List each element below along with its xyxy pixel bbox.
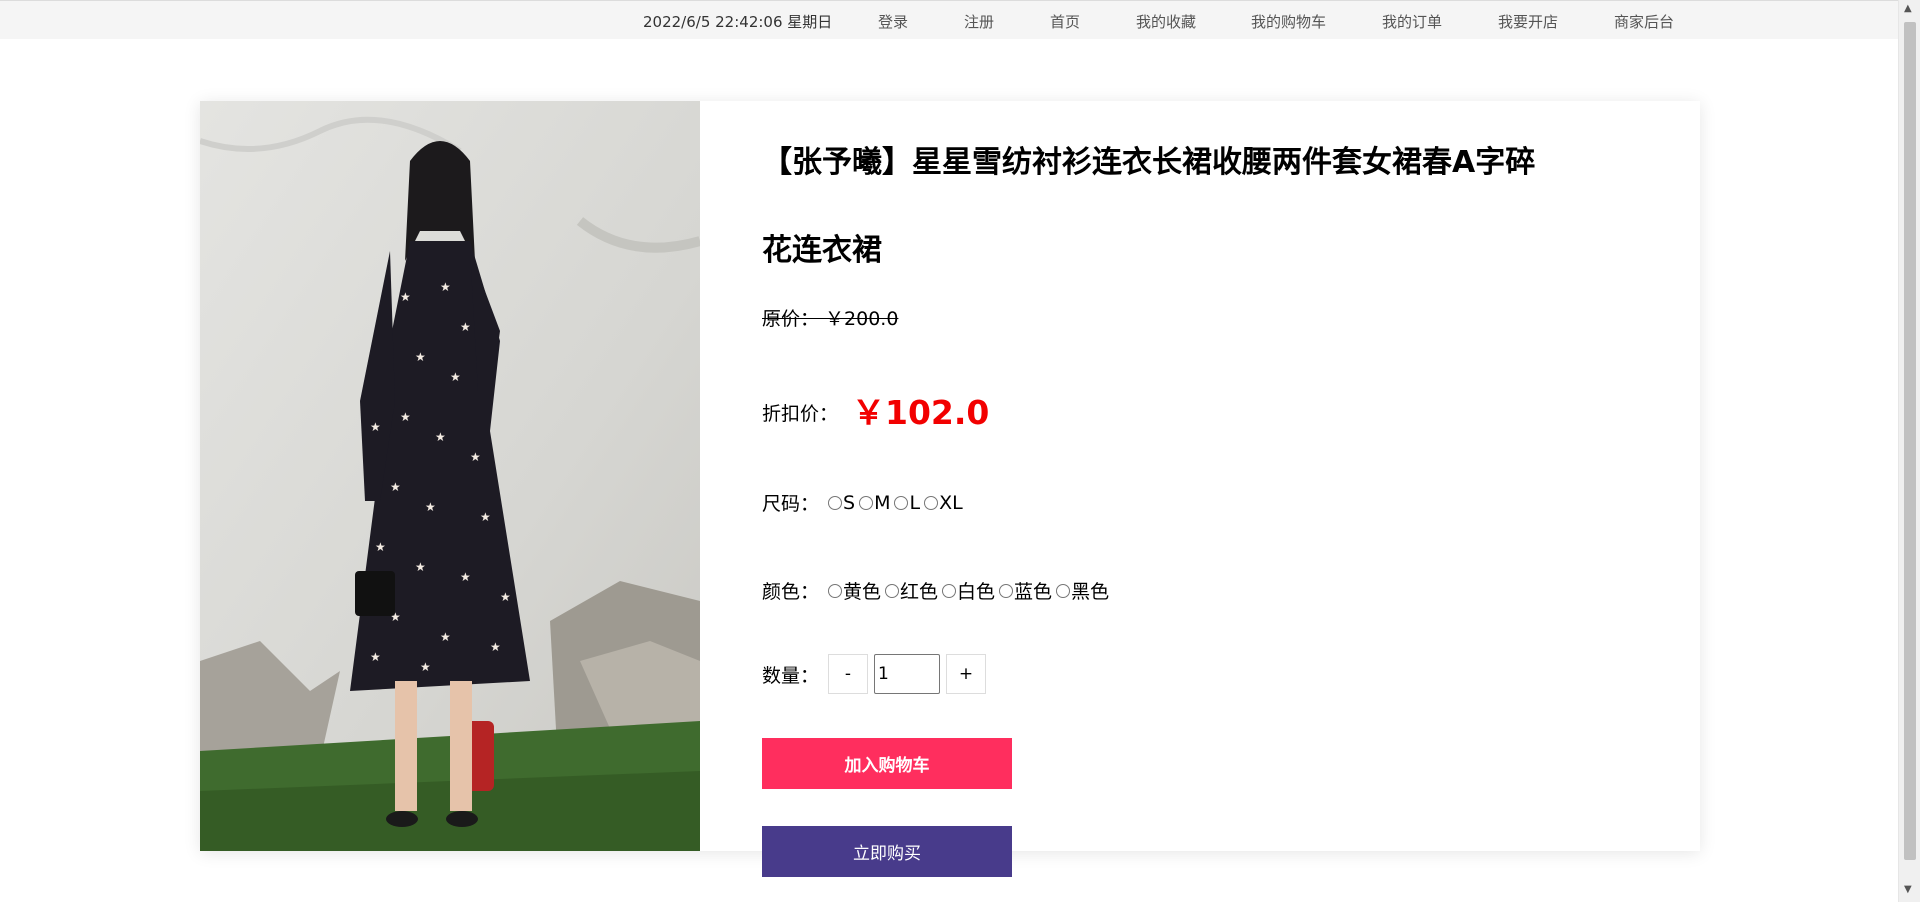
- scroll-down-icon[interactable]: ▼: [1904, 884, 1912, 895]
- svg-text:★: ★: [440, 630, 451, 644]
- size-option-m[interactable]: M: [859, 492, 890, 514]
- nav-register[interactable]: 注册: [964, 11, 994, 32]
- svg-text:★: ★: [400, 410, 411, 424]
- quantity-row: 数量： - 1 +: [762, 654, 986, 694]
- quantity-increment-button[interactable]: +: [946, 654, 986, 694]
- svg-text:★: ★: [400, 290, 411, 304]
- radio-icon[interactable]: [999, 583, 1014, 598]
- svg-text:★: ★: [375, 540, 386, 554]
- radio-icon[interactable]: [894, 495, 909, 510]
- product-title: 【张予曦】星星雪纺衬衫连衣长裙收腰两件套女裙春A字碎花连衣裙: [762, 145, 1536, 268]
- discount-price-label: 折扣价：: [762, 403, 839, 425]
- color-option-red[interactable]: 红色: [885, 577, 938, 604]
- color-option-black[interactable]: 黑色: [1056, 577, 1109, 604]
- size-option-s[interactable]: S: [828, 492, 855, 514]
- quantity-label: 数量：: [762, 664, 820, 687]
- nav-login[interactable]: 登录: [878, 11, 908, 32]
- radio-icon[interactable]: [1056, 583, 1071, 598]
- svg-text:★: ★: [470, 450, 481, 464]
- product-card: ★ ★ ★ ★ ★ ★ ★ ★ ★ ★ ★ ★ ★ ★ ★ ★ ★ ★ ★ ★ ★ 【张予曦】星星雪纺衬衫连…: [200, 101, 1700, 877]
- radio-icon[interactable]: [942, 583, 957, 598]
- color-option-white[interactable]: 白色: [942, 577, 995, 604]
- quantity-input[interactable]: 1: [874, 654, 940, 694]
- size-option-xl[interactable]: XL: [924, 492, 963, 514]
- svg-text:★: ★: [480, 510, 491, 524]
- nav-open-shop[interactable]: 我要开店: [1498, 11, 1558, 32]
- datetime-display: 2022/6/5 22:42:06 星期日: [643, 13, 833, 31]
- original-price: 原价： ￥200.0: [762, 308, 899, 330]
- color-option-yellow[interactable]: 黄色: [828, 577, 881, 604]
- color-option-blue[interactable]: 蓝色: [999, 577, 1052, 604]
- product-photo: ★ ★ ★ ★ ★ ★ ★ ★ ★ ★ ★ ★ ★ ★ ★ ★ ★ ★ ★ ★ ★: [200, 101, 700, 851]
- size-label: 尺码：: [762, 493, 820, 515]
- svg-text:★: ★: [415, 560, 426, 574]
- svg-text:★: ★: [370, 420, 381, 434]
- size-row: 尺码： S M L XL: [762, 489, 967, 516]
- svg-text:★: ★: [435, 430, 446, 444]
- buy-now-button[interactable]: 立即购买: [762, 826, 1012, 877]
- radio-icon[interactable]: [828, 583, 842, 598]
- nav-orders[interactable]: 我的订单: [1382, 11, 1442, 32]
- svg-text:★: ★: [370, 650, 381, 664]
- nav-home[interactable]: 首页: [1050, 11, 1080, 32]
- radio-icon[interactable]: [828, 495, 842, 510]
- svg-text:★: ★: [460, 570, 471, 584]
- svg-text:★: ★: [500, 590, 511, 604]
- color-label: 颜色：: [762, 581, 820, 603]
- top-nav-bar: 2022/6/5 22:42:06 星期日 登录 注册 首页 我的收藏 我的购物…: [0, 0, 1898, 39]
- svg-text:★: ★: [415, 350, 426, 364]
- svg-text:★: ★: [490, 640, 501, 654]
- svg-text:★: ★: [425, 500, 436, 514]
- scrollbar-thumb[interactable]: [1904, 22, 1916, 860]
- svg-text:★: ★: [450, 370, 461, 384]
- add-to-cart-button[interactable]: 加入购物车: [762, 738, 1012, 789]
- nav-seller-backend[interactable]: 商家后台: [1614, 11, 1674, 32]
- radio-icon[interactable]: [924, 495, 939, 510]
- svg-text:★: ★: [440, 280, 451, 294]
- radio-icon[interactable]: [885, 583, 900, 598]
- quantity-decrement-button[interactable]: -: [828, 654, 868, 694]
- svg-text:★: ★: [390, 480, 401, 494]
- svg-text:★: ★: [460, 320, 471, 334]
- vertical-scrollbar[interactable]: ▲ ▼: [1898, 0, 1920, 902]
- discount-price: ￥102.0: [852, 393, 990, 432]
- size-option-l[interactable]: L: [894, 492, 920, 514]
- scroll-up-icon[interactable]: ▲: [1904, 3, 1912, 14]
- radio-icon[interactable]: [859, 495, 874, 510]
- color-row: 颜色： 黄色 红色 白色 蓝色 黑色: [762, 577, 1113, 604]
- svg-text:★: ★: [420, 660, 431, 674]
- nav-cart[interactable]: 我的购物车: [1251, 11, 1326, 32]
- nav-favorites[interactable]: 我的收藏: [1136, 11, 1196, 32]
